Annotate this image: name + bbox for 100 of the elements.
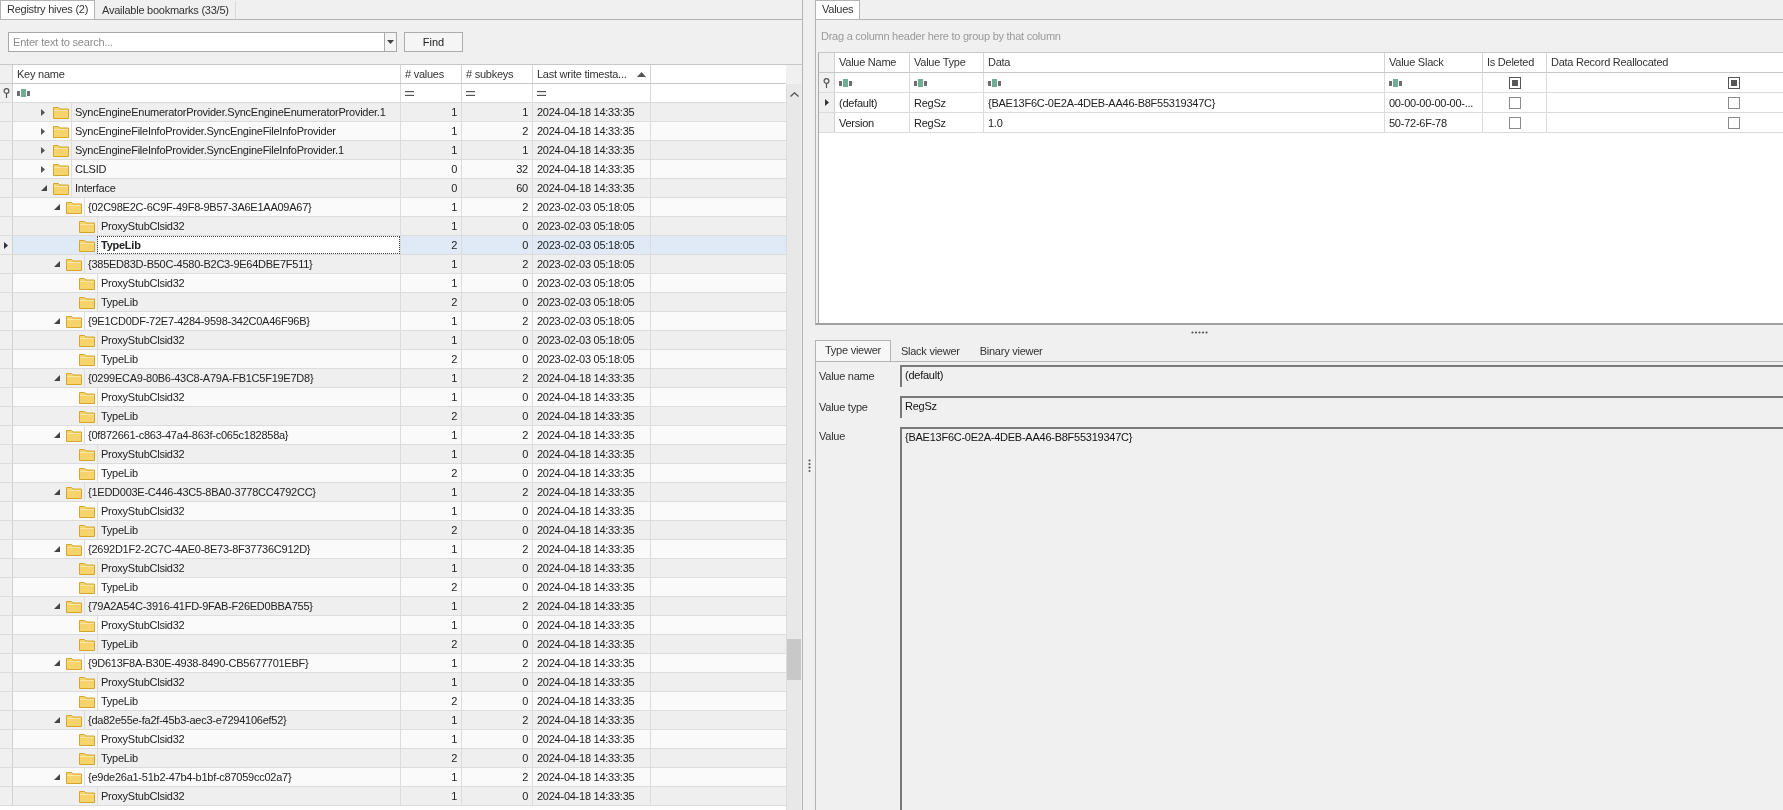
tree-row[interactable]: ProxyStubClsid32 1 0 2023-02-03 05:18:05 bbox=[0, 274, 786, 293]
row-indicator bbox=[0, 198, 13, 216]
tree-row[interactable]: ProxyStubClsid32 1 0 2024-04-18 14:33:35 bbox=[0, 502, 786, 521]
checkbox[interactable] bbox=[1727, 116, 1740, 129]
tree-row[interactable]: {0299ECA9-80B6-43C8-A79A-FB1C5F19E7D8} 1 2 2024-04-18 14:33:35 bbox=[0, 369, 786, 388]
tree-row[interactable]: TypeLib 2 0 2023-02-03 05:18:05 bbox=[0, 236, 786, 255]
timestamp: 2024-04-18 14:33:35 bbox=[533, 502, 651, 520]
row-pointer-icon bbox=[824, 99, 829, 106]
checkbox[interactable] bbox=[1508, 96, 1521, 109]
column-header[interactable]: # subkeys bbox=[462, 65, 533, 83]
caret-down-icon[interactable] bbox=[54, 375, 60, 381]
tab[interactable]: Values bbox=[815, 0, 861, 19]
column-header[interactable]: Data Record Reallocated bbox=[1547, 53, 1783, 72]
tree-row[interactable]: {79A2A54C-3916-41FD-9FAB-F26ED0BBA755} 1 2 2024-04-18 14:33:35 bbox=[0, 597, 786, 616]
text-area[interactable]: {BAE13F6C-0E2A-4DEB-AA46-B8F55319347C} bbox=[900, 427, 1783, 810]
subkey-count: 0 bbox=[462, 502, 533, 520]
caret-down-icon[interactable] bbox=[54, 546, 60, 552]
tree-row[interactable]: ProxyStubClsid32 1 0 2024-04-18 14:33:35 bbox=[0, 673, 786, 692]
column-header[interactable]: Last write timesta... bbox=[533, 65, 651, 83]
caret-right-icon[interactable] bbox=[41, 127, 45, 135]
caret-down-icon[interactable] bbox=[54, 261, 60, 267]
caret-down-icon[interactable] bbox=[54, 489, 60, 495]
caret-down-icon[interactable] bbox=[54, 603, 60, 609]
tree-row[interactable]: ProxyStubClsid32 1 0 2023-02-03 05:18:05 bbox=[0, 217, 786, 236]
caret-right-icon[interactable] bbox=[41, 146, 45, 154]
tree-row[interactable]: {02C98E2C-6C9F-49F8-9B57-3A6E1AA09A67} 1 2 2023-02-03 05:18:05 bbox=[0, 198, 786, 217]
tree-row[interactable]: {9E1CD0DF-72E7-4284-9598-342C0A46F96B} 1 2 2023-02-03 05:18:05 bbox=[0, 312, 786, 331]
caret-down-icon[interactable] bbox=[54, 204, 60, 210]
checkbox[interactable] bbox=[1727, 96, 1740, 109]
checkbox[interactable] bbox=[1508, 116, 1521, 129]
caret-down-icon[interactable] bbox=[54, 774, 60, 780]
tree-row[interactable]: {1EDD003E-C446-43C5-8BA0-3778CC4792CC} 1 2 2024-04-18 14:33:35 bbox=[0, 483, 786, 502]
tree-row[interactable]: SyncEngineFileInfoProvider.SyncEngineFileInfoProvider 1 2 2024-04-18 14:33:35 bbox=[0, 122, 786, 141]
column-header[interactable]: Data bbox=[984, 53, 1385, 72]
tree-row[interactable]: TypeLib 2 0 2023-02-03 05:18:05 bbox=[0, 293, 786, 312]
tree-row[interactable]: SyncEngineFileInfoProvider.SyncEngineFileInfoProvider.1 1 1 2024-04-18 14:33:35 bbox=[0, 141, 786, 160]
tree-row[interactable]: {da82e55e-fa2f-45b3-aec3-e7294106ef52} 1 2 2024-04-18 14:33:35 bbox=[0, 711, 786, 730]
tree-row[interactable]: ProxyStubClsid32 1 0 2024-04-18 14:33:35 bbox=[0, 559, 786, 578]
tab[interactable]: Slack viewer bbox=[890, 341, 970, 361]
tree-row[interactable]: ProxyStubClsid32 1 0 2023-02-03 05:18:05 bbox=[0, 331, 786, 350]
group-by-hint: Drag a column header here to group by that column bbox=[821, 30, 1061, 42]
tree-row[interactable]: SyncEngineEnumeratorProvider.SyncEngineEnumeratorProvider.1 1 1 2024-04-18 14:33:35 bbox=[0, 103, 786, 122]
tree-row[interactable]: TypeLib 2 0 2024-04-18 14:33:35 bbox=[0, 635, 786, 654]
column-header[interactable]: Is Deleted bbox=[1483, 53, 1547, 72]
tree-row[interactable]: TypeLib 2 0 2024-04-18 14:33:35 bbox=[0, 407, 786, 426]
tree-row[interactable]: {9D613F8A-B30E-4938-8490-CB5677701EBF} 1 2 2024-04-18 14:33:35 bbox=[0, 654, 786, 673]
tree-row[interactable]: TypeLib 2 0 2023-02-03 05:18:05 bbox=[0, 350, 786, 369]
tab[interactable]: Binary viewer bbox=[969, 341, 1053, 361]
search-field[interactable]: Enter text to search... bbox=[8, 32, 384, 52]
tree-row[interactable]: {e9de26a1-51b2-47b4-b1bf-c87059cc02a7} 1 2 2024-04-18 14:33:35 bbox=[0, 768, 786, 787]
tree-row[interactable]: TypeLib 2 0 2024-04-18 14:33:35 bbox=[0, 692, 786, 711]
tree-row[interactable]: ProxyStubClsid32 1 0 2024-04-18 14:33:35 bbox=[0, 730, 786, 749]
key-name: {0f872661-c863-47a4-863f-c065c182858a} bbox=[84, 426, 400, 444]
timestamp: 2023-02-03 05:18:05 bbox=[533, 350, 651, 368]
timestamp: 2024-04-18 14:33:35 bbox=[533, 654, 651, 672]
tree-row[interactable]: TypeLib 2 0 2024-04-18 14:33:35 bbox=[0, 578, 786, 597]
column-header[interactable]: Key name bbox=[13, 65, 401, 83]
column-header[interactable]: Value Type bbox=[910, 53, 984, 72]
tab[interactable]: Available bookmarks (33/5) bbox=[95, 1, 236, 19]
tab[interactable]: Registry hives (2) bbox=[0, 0, 96, 19]
tree-row[interactable]: Interface 0 60 2024-04-18 14:33:35 bbox=[0, 179, 786, 198]
folder-icon bbox=[66, 770, 82, 784]
column-header[interactable]: Value Slack bbox=[1385, 53, 1483, 72]
scroll-thumb[interactable] bbox=[787, 639, 801, 680]
grip-icon[interactable] bbox=[1190, 331, 1208, 334]
caret-right-icon[interactable] bbox=[41, 165, 45, 173]
row-indicator bbox=[0, 578, 13, 596]
tree-row[interactable]: {0f872661-c863-47a4-863f-c065c182858a} 1 2 2024-04-18 14:33:35 bbox=[0, 426, 786, 445]
caret-down-icon[interactable] bbox=[54, 318, 60, 324]
caret-down-icon[interactable] bbox=[41, 185, 47, 191]
column-header[interactable]: Value Name bbox=[835, 53, 910, 72]
column-header[interactable]: # values bbox=[401, 65, 462, 83]
tree-row[interactable]: ProxyStubClsid32 1 0 2024-04-18 14:33:35 bbox=[0, 616, 786, 635]
chevron-up-icon[interactable] bbox=[789, 92, 799, 97]
filter-checkbox[interactable] bbox=[1508, 76, 1521, 89]
tree-row[interactable]: ProxyStubClsid32 1 0 2024-04-18 14:33:35 bbox=[0, 388, 786, 407]
tree-row[interactable]: {2692D1F2-2C7C-4AE0-8E73-8F37736C912D} 1 2 2024-04-18 14:33:35 bbox=[0, 540, 786, 559]
caret-down-icon[interactable] bbox=[54, 660, 60, 666]
tree-row[interactable]: TypeLib 2 0 2024-04-18 14:33:35 bbox=[0, 749, 786, 768]
tree-row[interactable]: TypeLib 2 0 2024-04-18 14:33:35 bbox=[0, 464, 786, 483]
folder-icon bbox=[79, 352, 95, 366]
caret-right-icon[interactable] bbox=[41, 108, 45, 116]
tab[interactable]: Type viewer bbox=[815, 340, 891, 361]
text-field[interactable]: RegSz bbox=[900, 396, 1783, 418]
folder-icon bbox=[53, 124, 69, 138]
tree-row[interactable]: ProxyStubClsid32 1 0 2024-04-18 14:33:35 bbox=[0, 445, 786, 464]
tree-row[interactable]: CLSID 0 32 2024-04-18 14:33:35 bbox=[0, 160, 786, 179]
text-field[interactable]: (default) bbox=[900, 365, 1783, 387]
folder-icon bbox=[66, 257, 82, 271]
tree-row[interactable]: TypeLib 2 0 2024-04-18 14:33:35 bbox=[0, 521, 786, 540]
find-button[interactable]: Find bbox=[404, 32, 463, 52]
caret-down-icon[interactable] bbox=[54, 717, 60, 723]
dropdown-button[interactable] bbox=[384, 32, 397, 52]
key-name: {2692D1F2-2C7C-4AE0-8E73-8F37736C912D} bbox=[84, 540, 400, 558]
grip-icon[interactable] bbox=[807, 458, 811, 472]
filter-checkbox[interactable] bbox=[1727, 76, 1740, 89]
tree-row[interactable]: ProxyStubClsid32 1 0 2024-04-18 14:33:35 bbox=[0, 787, 786, 806]
caret-down-icon[interactable] bbox=[54, 432, 60, 438]
scrollbar[interactable] bbox=[786, 84, 801, 810]
tree-row[interactable]: {385ED83D-B50C-4580-B2C3-9E64DBE7F511} 1 2 2023-02-03 05:18:05 bbox=[0, 255, 786, 274]
